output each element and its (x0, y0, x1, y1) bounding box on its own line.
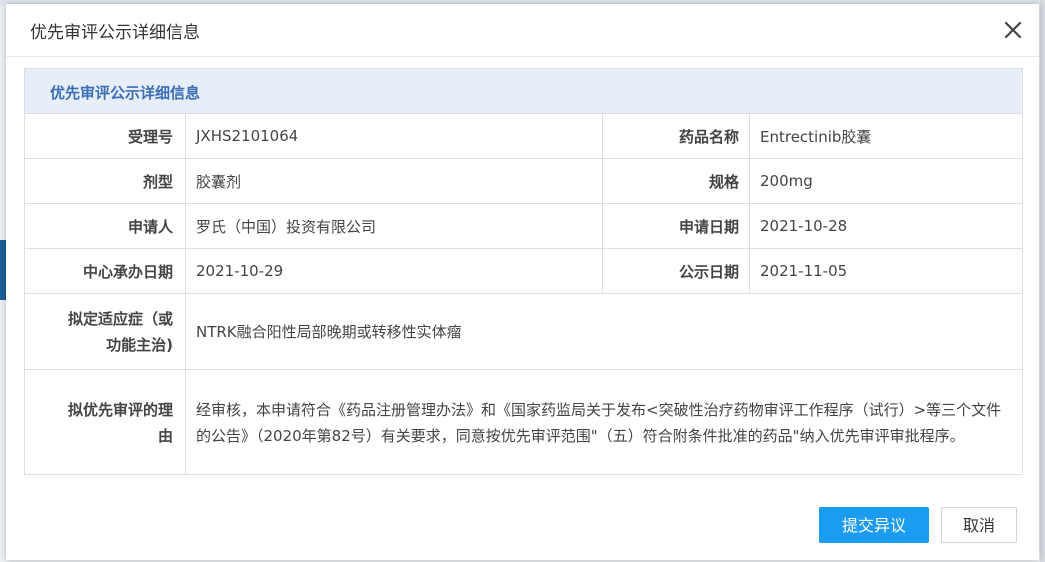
applicant-value: 罗氏（中国）投资有限公司 (185, 203, 603, 249)
info-table: 受理号 JXHS2101064 药品名称 Entrectinib胶囊 剂型 胶囊… (25, 114, 1022, 475)
reason-label-line2: 由 (157, 426, 173, 445)
background-scrollbar (1040, 0, 1045, 562)
reason-value: 经审核，本申请符合《药品注册管理办法》和《国家药监局关于发布<突破性治疗药物审评… (196, 400, 1002, 445)
indication-label: 拟定适应症（或 功能主治) (25, 293, 186, 370)
applicant-label: 申请人 (25, 203, 186, 249)
apply-date-label: 申请日期 (602, 203, 750, 249)
panel-heading-text: 优先审评公示详细信息 (50, 84, 201, 102)
spec-label: 规格 (602, 158, 750, 204)
panel-heading: 优先审评公示详细信息 (25, 69, 1022, 114)
indication-label-line1: 拟定适应症（或 (67, 309, 173, 328)
reason-label-line1: 拟优先审评的理 (67, 400, 173, 419)
dosage-form-label: 剂型 (25, 158, 186, 204)
table-row: 拟优先审评的理 由 经审核，本申请符合《药品注册管理办法》和《国家药监局关于发布… (25, 369, 1022, 475)
drug-name-value: Entrectinib胶囊 (749, 114, 1022, 159)
indication-label-line2: 功能主治) (106, 335, 173, 354)
reason-label: 拟优先审评的理 由 (25, 369, 186, 475)
table-row: 申请人 罗氏（中国）投资有限公司 申请日期 2021-10-28 (25, 203, 1022, 249)
table-row: 剂型 胶囊剂 规格 200mg (25, 158, 1022, 204)
table-row: 受理号 JXHS2101064 药品名称 Entrectinib胶囊 (25, 114, 1022, 159)
close-icon (1004, 21, 1022, 39)
table-row: 拟定适应症（或 功能主治) NTRK融合阳性局部晚期或转移性实体瘤 (25, 293, 1022, 370)
indication-value: NTRK融合阳性局部晚期或转移性实体瘤 (185, 293, 1022, 370)
acceptance-no-label: 受理号 (25, 114, 186, 159)
acceptance-no-value: JXHS2101064 (185, 114, 603, 159)
drug-name-label: 药品名称 (602, 114, 750, 159)
dosage-form-value: 胶囊剂 (185, 158, 603, 204)
cancel-button[interactable]: 取消 (941, 507, 1017, 543)
detail-dialog: 优先审评公示详细信息 优先审评公示详细信息 受理号 JXHS2101064 药品… (6, 4, 1039, 560)
submit-objection-button[interactable]: 提交异议 (819, 507, 929, 543)
center-date-label: 中心承办日期 (25, 248, 186, 294)
dialog-header: 优先审评公示详细信息 (6, 4, 1039, 57)
center-date-value: 2021-10-29 (185, 248, 603, 294)
info-panel: 优先审评公示详细信息 受理号 JXHS2101064 药品名称 Entrecti… (24, 68, 1023, 475)
close-button[interactable] (1001, 18, 1025, 42)
table-row: 中心承办日期 2021-10-29 公示日期 2021-11-05 (25, 248, 1022, 294)
publish-date-label: 公示日期 (602, 248, 750, 294)
spec-value: 200mg (749, 158, 1022, 204)
apply-date-value: 2021-10-28 (749, 203, 1022, 249)
publish-date-value: 2021-11-05 (749, 248, 1022, 294)
dialog-title: 优先审评公示详细信息 (30, 23, 200, 43)
